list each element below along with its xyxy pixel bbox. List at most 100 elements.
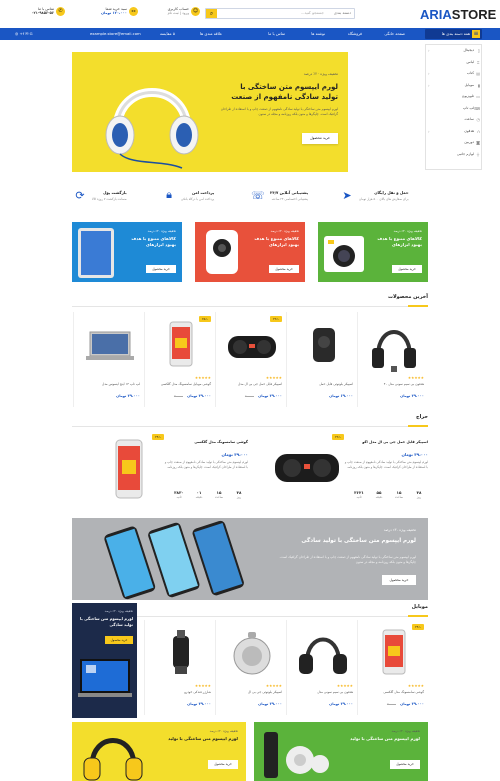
product-price: ۳۹،۰۰۰ تومان	[329, 702, 353, 706]
countdown-minutes: ۵۵ دقیقه	[375, 490, 383, 499]
nav-item-blog[interactable]: نوشته ها	[311, 28, 325, 40]
sidebar-item-mobile[interactable]: ▮ موبایل ‹	[426, 80, 481, 92]
section-divider	[72, 306, 428, 307]
product-image	[173, 630, 189, 674]
wide-banner-button[interactable]: خرید محصول	[382, 575, 416, 585]
sidebar-item-headphone[interactable]: ∩ هدفون ‹	[426, 126, 481, 138]
phones-image	[104, 520, 244, 600]
rating-stars: ★★★★★	[407, 684, 424, 688]
banner-buy-button[interactable]: خرید محصول	[208, 760, 238, 769]
nav-item-shop[interactable]: فروشگاه	[348, 28, 362, 40]
sidebar-item-laptop[interactable]: ⌨ لپ تاپ	[426, 103, 481, 115]
account-link[interactable]: ☺ حساب کاربری ورود | ثبت نام	[140, 7, 200, 21]
countdown-days: ۴۸ روز	[236, 490, 242, 499]
sidebar-item-accessories[interactable]: ⏚ لوازم جانبی	[426, 149, 481, 161]
chevron-left-icon: ‹	[428, 82, 430, 88]
categories-label: همه دسته بندی ها	[441, 31, 470, 36]
product-name[interactable]: هدفون بی سیم سونی مدل	[290, 690, 353, 694]
product-name[interactable]: شارژر فندکی خودرو	[148, 690, 211, 694]
deal-price: ۳۹،۰۰۰ تومان	[221, 452, 248, 457]
search-icon[interactable]: ⌕	[206, 9, 217, 18]
hero-buy-button[interactable]: خرید محصول	[302, 133, 338, 144]
search-box[interactable]: ⌕ دسته بندی جستجو کنید...	[205, 8, 355, 19]
section-title-deals: حراج	[415, 414, 428, 420]
banner-buy-button[interactable]: خرید محصول	[269, 265, 299, 273]
nav-item-home[interactable]: صفحه خانگی	[384, 28, 405, 40]
features-bar: حمل و نقل رایگان برای سفارش های بالای ۵۰۰…	[72, 178, 428, 212]
deal-name[interactable]: اسپیکر قابل حمل جی بی ال مدل اکو	[343, 440, 428, 444]
promo-tag: تخفیف ویژه ۳۰٪ درصد	[104, 609, 133, 613]
feature-money-back: بازگشت پول ضمانت بازگشت ۷ روزه کالا ⟳	[72, 178, 161, 212]
deal-card[interactable]: -۲۲٪ اسپیکر قابل حمل جی بی ال مدل اکو ۳۹…	[252, 432, 428, 512]
product-card[interactable]: -۲۵٪ ★★★★★ گوشی موبایل سامسونگ مدل گلکسی…	[144, 312, 215, 407]
wide-promo-banner[interactable]: تخفیف ویژه ۳۰٪ درصد لورم ایپسوم متن ساخت…	[72, 518, 428, 600]
product-name[interactable]: هدفون بی سیم سونی مدل ۴۰	[361, 382, 424, 386]
product-card[interactable]: لپ تاپ ۱۴ اینچ ایسوس مدل ۳۹،۰۰۰ تومان	[73, 312, 144, 407]
product-name[interactable]: گوشی موبایل سامسونگ مدل گلکسی	[148, 382, 211, 386]
product-price: ۳۹،۰۰۰ تومان	[187, 702, 211, 706]
product-card[interactable]: ★★★★★ هدفون بی سیم سونی مدل ۳۹،۰۰۰ تومان	[286, 620, 357, 715]
product-image	[299, 637, 347, 674]
feature-secure-pay: پرداخت امن پرداخت امن با درگاه بانکی 🔒︎	[161, 178, 250, 212]
sidebar-item-tv[interactable]: ▭ تلویزیون	[426, 91, 481, 103]
hero-title: لورم ایپسوم متن ساختگی با تولید سادگی نا…	[231, 83, 338, 101]
product-card[interactable]: ★★★★★ شارژر فندکی خودرو ۳۹،۰۰۰ تومان	[144, 620, 215, 715]
product-name[interactable]: اسپیکر بلوتوثی قابل حمل	[290, 382, 353, 386]
promo-button[interactable]: خرید محصول	[105, 636, 133, 644]
product-card[interactable]: اسپیکر بلوتوثی قابل حمل ۶۹،۰۰۰ تومان	[286, 312, 357, 407]
product-image	[86, 331, 134, 360]
mobile-icon: ▮	[477, 82, 480, 88]
product-price: ۶۹،۰۰۰ تومان	[329, 394, 353, 398]
sidebar-item-watch[interactable]: ◷ ساعت	[426, 114, 481, 126]
site-logo[interactable]: ARIASTORE	[420, 6, 496, 23]
social-icons[interactable]: f ✉ G+ ◎	[15, 28, 33, 40]
product-name[interactable]: لپ تاپ ۱۴ اینچ ایسوس مدل	[77, 382, 140, 386]
nav-email[interactable]: example.store@email.com	[90, 28, 141, 40]
cart-link[interactable]: ⚏ سبد خرید شما ۱۲۰،۰۰۰ تومان	[80, 7, 138, 21]
product-card[interactable]: -۲۲٪ ★★★★★ اسپیکر قابل حمل جی بی ال مدل …	[215, 312, 286, 407]
shirt-icon: ♖	[476, 59, 480, 65]
bottom-banner-speakers[interactable]: تخفیف ویژه ۳۰٪ درصد لورم ایپسوم متن ساخت…	[254, 722, 428, 781]
product-old-price: ۶۰،۰۰۰	[244, 394, 254, 398]
headphone-image	[83, 738, 143, 781]
promo-banner-camera[interactable]: تخفیف ویژه ۳۰٪ درصد کالاهای متنوع با هدف…	[318, 222, 428, 282]
banner-buy-button[interactable]: خرید محصول	[390, 760, 420, 769]
product-card[interactable]: ★★★★★ اسپیکر بلوتوثی جی بی ال ۳۹،۰۰۰ توم…	[215, 620, 286, 715]
deal-name[interactable]: گوشی سامسونگ مدل گلکسی	[163, 440, 248, 444]
mobile-side-promo[interactable]: تخفیف ویژه ۳۰٪ درصد لورم ایپسوم متن ساخت…	[72, 603, 137, 718]
sidebar-item-camera[interactable]: ◙ دوربین	[426, 137, 481, 149]
wide-banner-desc: لورم ایپسوم متن ساختگی با تولید سادگی نا…	[279, 555, 416, 564]
nav-wishlist[interactable]: علاقه مندی ها	[200, 28, 222, 40]
banner-tag: تخفیف ویژه ۳۰٪ درصد	[391, 729, 420, 733]
search-category[interactable]: دسته بندی	[334, 10, 351, 15]
banner-buy-button[interactable]: خرید محصول	[146, 265, 176, 273]
contact-info: ✆ تماس با ما ۰۲۱-۹۸۵۶-۵۶	[10, 7, 65, 21]
product-name[interactable]: گوشی سامسونگ مدل گلکسی	[361, 690, 424, 694]
section-title-latest: آخرین محصولات	[387, 294, 428, 300]
bottom-banner-headphone[interactable]: تخفیف ویژه ۳۰٪ درصد لورم ایپسوم متن ساخت…	[72, 722, 246, 781]
instant-camera-image	[324, 236, 364, 272]
promo-banner-webcam[interactable]: تخفیف ویژه ۳۰٪ درصد کالاهای متنوع با هدف…	[195, 222, 305, 282]
promo-banner-tablet[interactable]: تخفیف ویژه ۳۰٪ درصد کالاهای متنوع با هدف…	[72, 222, 182, 282]
categories-button[interactable]: ≡ همه دسته بندی ها	[425, 29, 482, 39]
hero-banner: تخفیف ویژه ۲۰٪ درصد لورم ایپسوم متن ساخت…	[72, 52, 348, 172]
product-price: ۳۹،۰۰۰ تومان	[116, 394, 140, 398]
chevron-left-icon: ‹	[428, 48, 430, 53]
sidebar-item-digital[interactable]: ▯ دیجیتال ‹	[426, 45, 481, 57]
banner-buy-button[interactable]: خرید محصول	[392, 265, 422, 273]
search-input[interactable]: جستجو کنید...	[301, 10, 324, 15]
deal-card[interactable]: -۲۴٪ گوشی سامسونگ مدل گلکسی ۳۹،۰۰۰ تومان…	[72, 432, 248, 512]
countdown-seconds: ۳۶۲۱ ثانیه	[354, 490, 364, 499]
product-card[interactable]: -۲۴٪ ★★★★★ گوشی سامسونگ مدل گلکسی ۳۹،۰۰۰…	[357, 620, 428, 715]
nav-compare[interactable]: ۵ مقایسه	[160, 28, 175, 40]
product-name[interactable]: اسپیکر قابل حمل جی بی ال مدل	[219, 382, 282, 386]
sidebar-item-books[interactable]: ▤ کتاب ‹	[426, 68, 481, 80]
nav-item-contact[interactable]: تماس با ما	[268, 28, 285, 40]
deal-price: ۳۹،۰۰۰ تومان	[401, 452, 428, 457]
product-card[interactable]: ★★★★★ هدفون بی سیم سونی مدل ۴۰ ۳۹،۰۰۰ تو…	[357, 312, 428, 407]
sidebar-item-clothes[interactable]: ♖ لباس	[426, 57, 481, 69]
product-name[interactable]: اسپیکر بلوتوثی جی بی ال	[219, 690, 282, 694]
refresh-icon: ⟳	[75, 188, 85, 202]
headphone-icon: ∩	[477, 128, 480, 134]
phone-icon: ✆	[56, 7, 65, 16]
